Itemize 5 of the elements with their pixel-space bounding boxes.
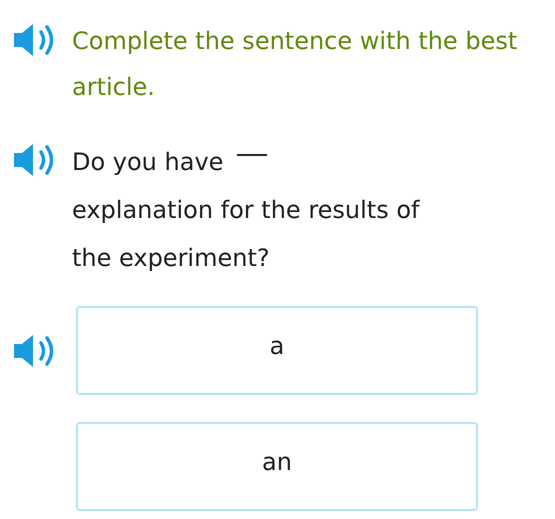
instruction-text: Complete the sentence with the best article. [72,26,518,103]
question-text: explanation for the results of the experiment? [72,196,420,272]
question-text: Do you have [72,148,224,176]
answer-choice[interactable]: a [76,306,478,395]
answer-choice[interactable]: an [76,422,478,511]
